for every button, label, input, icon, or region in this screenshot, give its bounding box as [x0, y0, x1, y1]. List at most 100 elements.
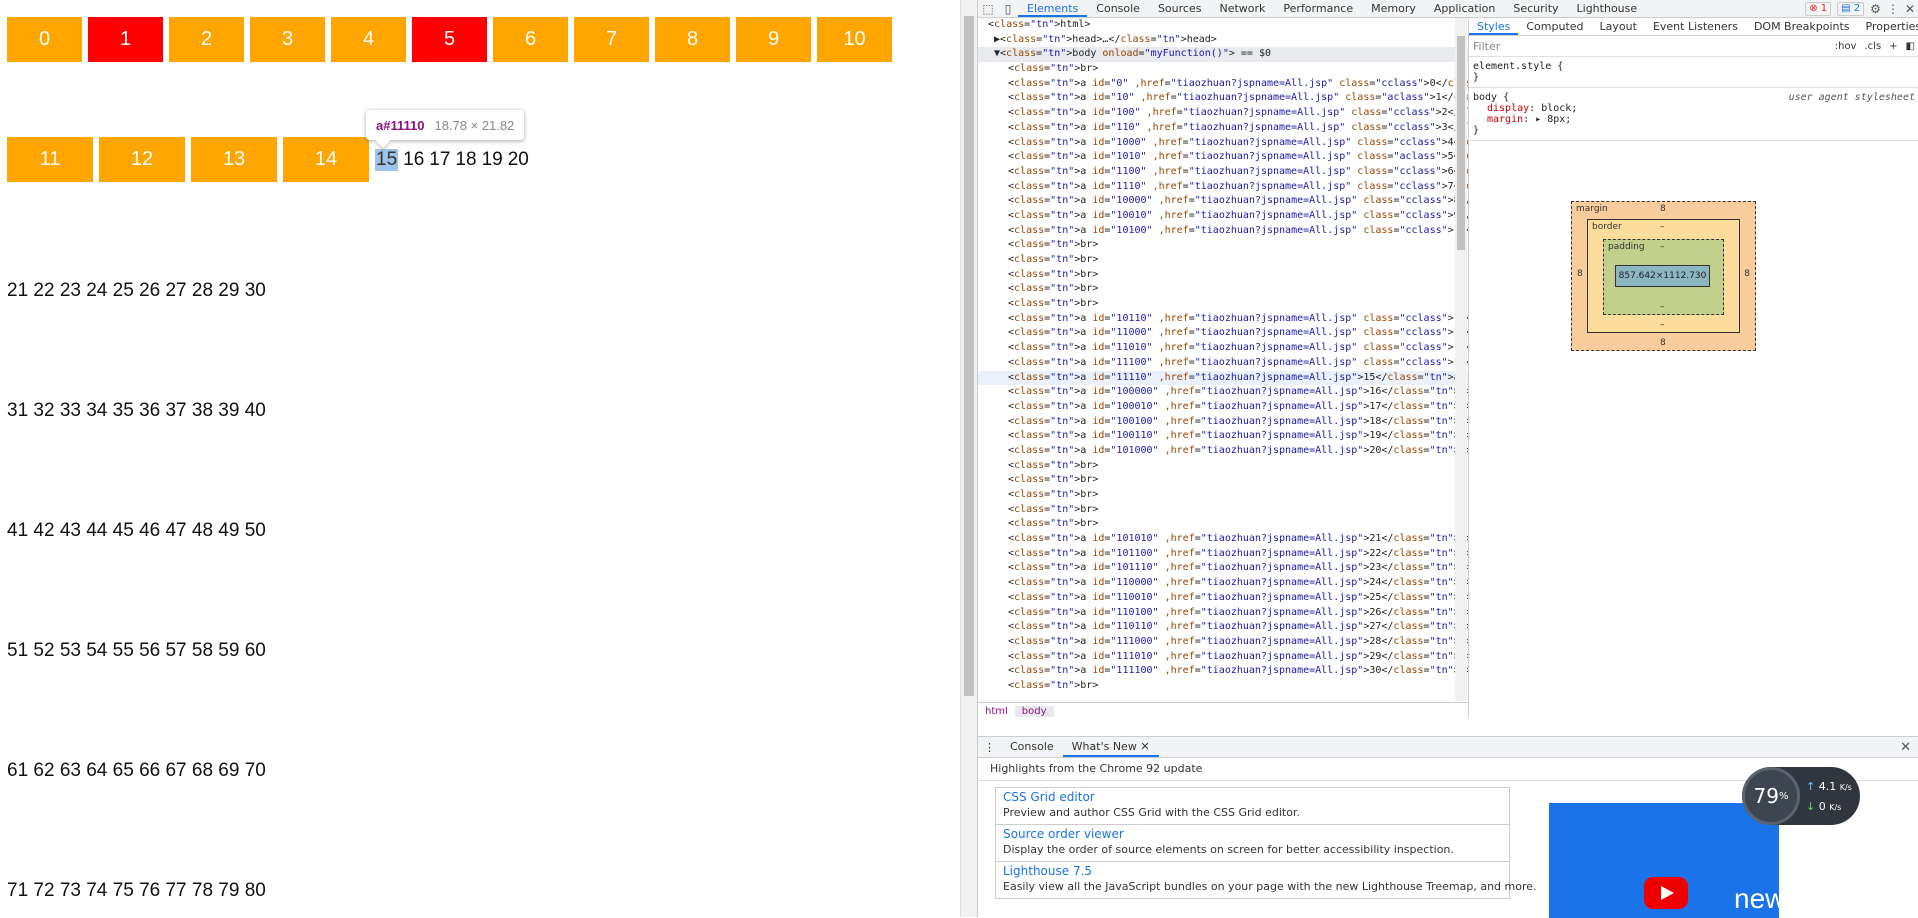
box-content[interactable]: 857.642×1112.730: [1615, 265, 1710, 287]
dom-node-line[interactable]: <class="tn">br>: [978, 503, 1468, 518]
hov-toggle[interactable]: :hov: [1835, 41, 1857, 52]
dom-node-line[interactable]: <class="tn">a id="1110" ,href="tiaozhuan…: [978, 180, 1468, 195]
devtools-tab-security[interactable]: Security: [1504, 0, 1567, 17]
message-count-badge[interactable]: ▤ 2: [1837, 1, 1865, 16]
dom-node-line[interactable]: <class="tn">a id="111010" ,href="tiaozhu…: [978, 650, 1468, 665]
link-text-row[interactable]: 61 62 63 64 65 66 67 68 69 70: [7, 760, 266, 782]
link-text-row[interactable]: 31 32 33 34 35 36 37 38 39 40: [7, 400, 266, 422]
dom-node-line[interactable]: <class="tn">a id="1010" ,href="tiaozhuan…: [978, 150, 1468, 165]
dom-node-line[interactable]: <class="tn">br>: [978, 473, 1468, 488]
dom-node-line[interactable]: <class="tn">a id="100000" ,href="tiaozhu…: [978, 385, 1468, 400]
whats-new-card[interactable]: Source order viewer Display the order of …: [995, 824, 1510, 862]
dom-node-line[interactable]: <class="tn">a id="110000" ,href="tiaozhu…: [978, 576, 1468, 591]
dom-node-line[interactable]: <class="tn">a id="111000" ,href="tiaozhu…: [978, 635, 1468, 650]
link-button[interactable]: 5: [412, 17, 487, 62]
dom-node-line[interactable]: <class="tn">a id="10" ,href="tiaozhuan?j…: [978, 91, 1468, 106]
dom-node-line[interactable]: <class="tn">a id="100100" ,href="tiaozhu…: [978, 415, 1468, 430]
devtools-tab-elements[interactable]: Elements: [1018, 0, 1088, 17]
link-button[interactable]: 1: [88, 17, 163, 62]
styles-tab-properties[interactable]: Properties: [1858, 18, 1918, 35]
elements-scroll-thumb[interactable]: [1457, 36, 1465, 250]
styles-tab-styles[interactable]: Styles: [1469, 18, 1519, 35]
close-drawer-icon[interactable]: ✕: [1892, 740, 1918, 755]
link-button[interactable]: 9: [736, 17, 811, 62]
styles-tab-computed[interactable]: Computed: [1518, 18, 1591, 35]
dom-node-line[interactable]: <class="tn">a id="10100" ,href="tiaozhua…: [978, 224, 1468, 239]
dom-node-line[interactable]: <class="tn">html>: [978, 18, 1468, 33]
devtools-tab-memory[interactable]: Memory: [1362, 0, 1425, 17]
dom-node-line[interactable]: <class="tn">a id="11100" ,href="tiaozhua…: [978, 356, 1468, 371]
link-button[interactable]: 12: [99, 137, 185, 182]
link-button[interactable]: 13: [191, 137, 277, 182]
dom-node-line[interactable]: <class="tn">a id="101110" ,href="tiaozhu…: [978, 561, 1468, 576]
plain-link[interactable]: 20: [508, 149, 529, 171]
link-text-row[interactable]: 21 22 23 24 25 26 27 28 29 30: [7, 280, 266, 302]
link-button[interactable]: 0: [7, 17, 82, 62]
whats-new-card[interactable]: Lighthouse 7.5 Easily view all the JavaSc…: [995, 861, 1537, 899]
inspect-element-icon[interactable]: ⬚: [978, 2, 998, 16]
error-count-badge[interactable]: ⊗ 1: [1805, 1, 1832, 16]
devtools-tab-sources[interactable]: Sources: [1149, 0, 1211, 17]
dom-node-line[interactable]: <class="tn">a id="111100" ,href="tiaozhu…: [978, 664, 1468, 679]
plain-link[interactable]: 18: [455, 149, 476, 171]
link-button[interactable]: 7: [574, 17, 649, 62]
whats-new-video-banner[interactable]: new: [1549, 803, 1779, 918]
card-title-link[interactable]: Lighthouse 7.5: [1003, 864, 1502, 878]
dom-node-line[interactable]: <class="tn">a id="101100" ,href="tiaozhu…: [978, 547, 1468, 562]
dom-node-line[interactable]: <class="tn">br>: [978, 282, 1468, 297]
drawer-menu-icon[interactable]: ⋮: [978, 741, 1001, 754]
network-speed-widget[interactable]: 79% ↑ 4.1 K/s ↓ 0 K/s: [1742, 767, 1860, 825]
dom-node-line[interactable]: <class="tn">br>: [978, 488, 1468, 503]
dom-node-line[interactable]: <class="tn">a id="110" ,href="tiaozhuan?…: [978, 121, 1468, 136]
plain-link[interactable]: 16: [403, 149, 424, 171]
plain-link[interactable]: 19: [482, 149, 503, 171]
link-button[interactable]: 4: [331, 17, 406, 62]
dom-node-line[interactable]: <class="tn">br>: [978, 253, 1468, 268]
dom-node-line[interactable]: <class="tn">a id="110010" ,href="tiaozhu…: [978, 591, 1468, 606]
dom-node-line[interactable]: <class="tn">br>: [978, 679, 1468, 694]
breadcrumb-html[interactable]: html: [978, 706, 1015, 717]
cls-toggle[interactable]: .cls: [1864, 41, 1881, 52]
dom-node-line[interactable]: ▼<class="tn">body onload="myFunction()">…: [978, 47, 1468, 63]
styles-filter-input[interactable]: Filter: [1473, 40, 1500, 53]
drawer-tab-whats-new[interactable]: What's New ✕: [1062, 737, 1159, 757]
devtools-tab-console[interactable]: Console: [1087, 0, 1149, 17]
elements-scrollbar[interactable]: [1455, 18, 1467, 701]
link-button[interactable]: 8: [655, 17, 730, 62]
dom-node-line[interactable]: <class="tn">a id="1000" ,href="tiaozhuan…: [978, 136, 1468, 151]
dom-node-line[interactable]: <class="tn">a id="10010" ,href="tiaozhua…: [978, 209, 1468, 224]
card-title-link[interactable]: CSS Grid editor: [1003, 790, 1502, 804]
dom-node-line[interactable]: <class="tn">a id="100" ,href="tiaozhuan?…: [978, 106, 1468, 121]
youtube-play-icon[interactable]: [1644, 877, 1688, 909]
dom-node-line[interactable]: <class="tn">a id="10110" ,href="tiaozhua…: [978, 312, 1468, 327]
devtools-tab-lighthouse[interactable]: Lighthouse: [1568, 0, 1647, 17]
new-style-rule-icon[interactable]: +: [1889, 41, 1897, 52]
dom-node-line[interactable]: <class="tn">a id="11000" ,href="tiaozhua…: [978, 326, 1468, 341]
dom-node-line[interactable]: <class="tn">a id="100110" ,href="tiaozhu…: [978, 429, 1468, 444]
dom-node-line[interactable]: <class="tn">a id="100010" ,href="tiaozhu…: [978, 400, 1468, 415]
toggle-sidebar-icon[interactable]: ◧: [1906, 41, 1915, 52]
link-button[interactable]: 14: [283, 137, 369, 182]
dom-node-line[interactable]: <class="tn">a id="110100" ,href="tiaozhu…: [978, 606, 1468, 621]
more-options-icon[interactable]: ⋮: [1887, 2, 1899, 16]
dom-node-line[interactable]: <class="tn">a id="11110" ,href="tiaozhua…: [978, 370, 1468, 386]
styles-tab-dom-breakpoints[interactable]: DOM Breakpoints: [1746, 18, 1858, 35]
styles-tab-event-listeners[interactable]: Event Listeners: [1645, 18, 1746, 35]
card-title-link[interactable]: Source order viewer: [1003, 827, 1502, 841]
close-devtools-icon[interactable]: ✕: [1905, 2, 1915, 16]
dom-node-line[interactable]: <class="tn">a id="11010" ,href="tiaozhua…: [978, 341, 1468, 356]
devtools-tab-performance[interactable]: Performance: [1274, 0, 1362, 17]
devtools-tab-application[interactable]: Application: [1425, 0, 1504, 17]
close-tab-icon[interactable]: ✕: [1140, 740, 1149, 753]
dom-node-line[interactable]: <class="tn">a id="101000" ,href="tiaozhu…: [978, 444, 1468, 459]
dom-node-line[interactable]: <class="tn">br>: [978, 268, 1468, 283]
dom-node-line[interactable]: <class="tn">a id="0" ,href="tiaozhuan?js…: [978, 77, 1468, 92]
link-button[interactable]: 2: [169, 17, 244, 62]
styles-tab-layout[interactable]: Layout: [1592, 18, 1645, 35]
page-scrollbar[interactable]: [960, 0, 977, 917]
dom-node-line[interactable]: ▶<class="tn">head>…</class="tn">head>: [978, 33, 1468, 48]
link-button[interactable]: 10: [817, 17, 892, 62]
link-text-row[interactable]: 71 72 73 74 75 76 77 78 79 80: [7, 880, 266, 902]
breadcrumb-body[interactable]: body: [1014, 706, 1054, 717]
highlighted-link[interactable]: 15: [375, 148, 399, 171]
